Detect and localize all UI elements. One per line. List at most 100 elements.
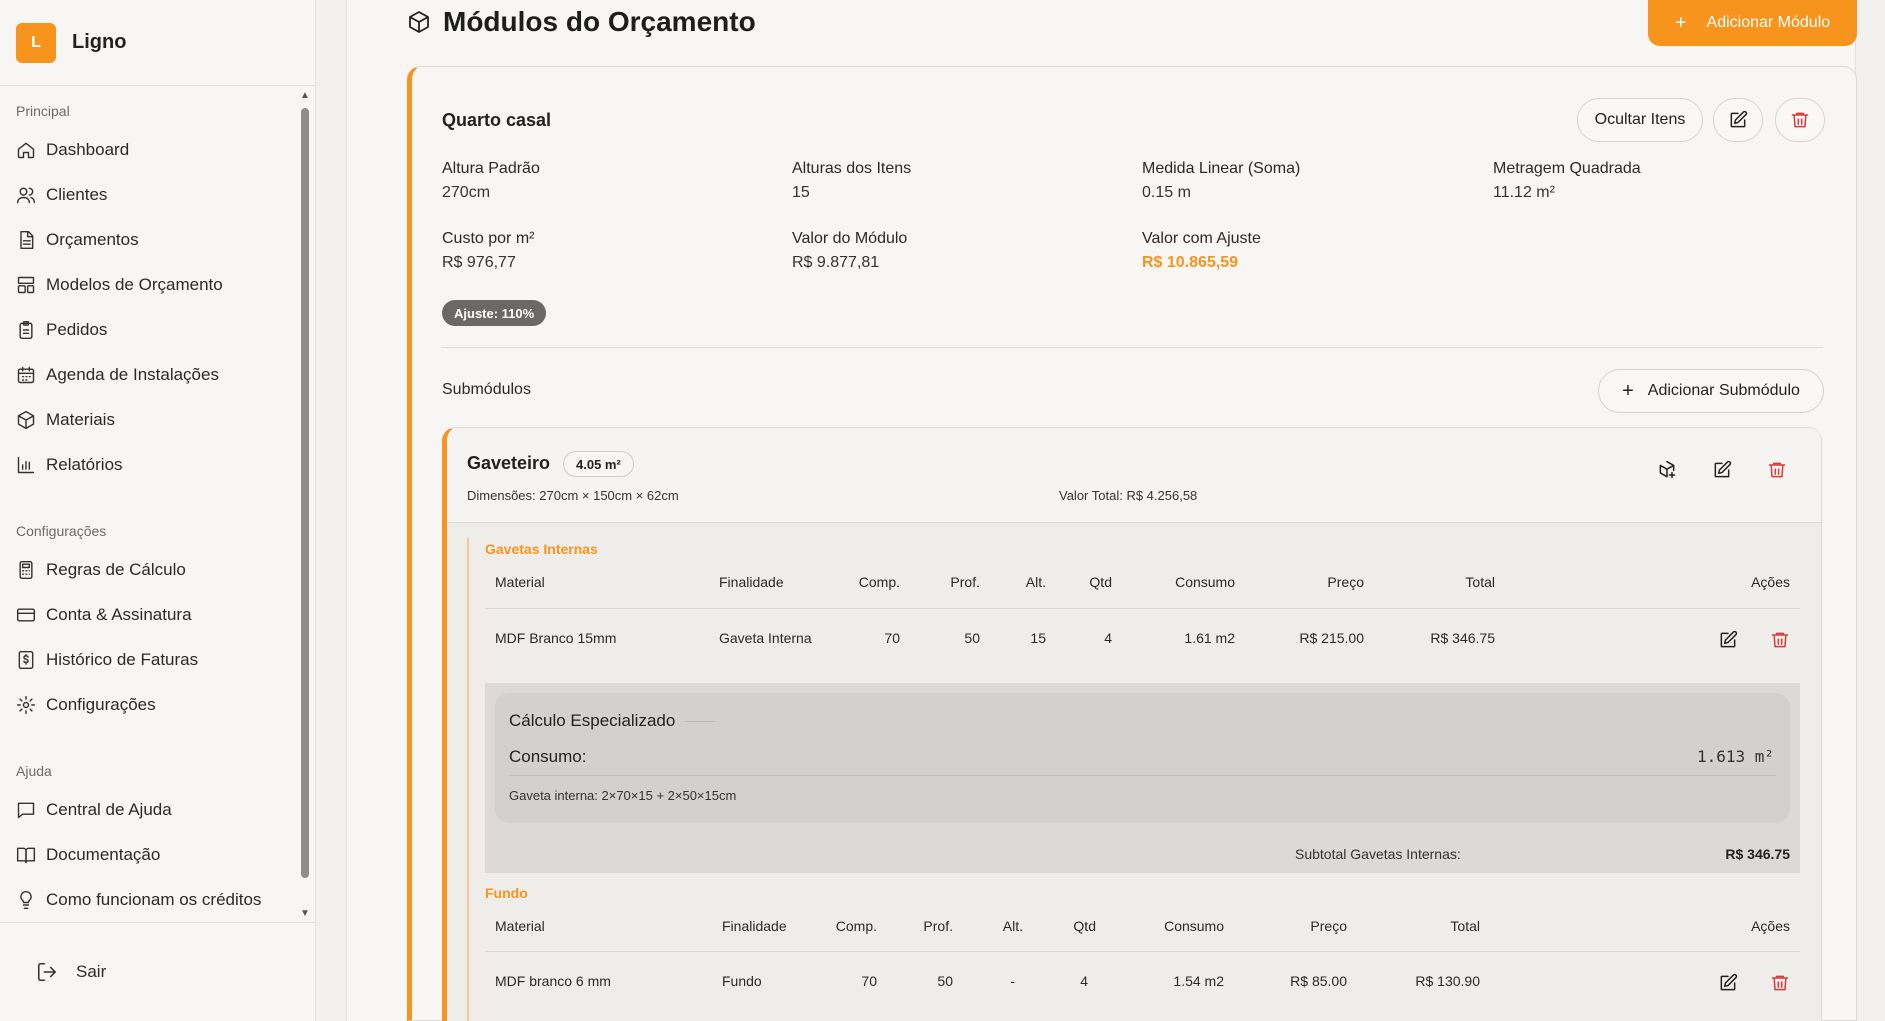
cell-preco: R$ 85.00 — [1290, 973, 1347, 989]
cell-finalidade: Fundo — [722, 973, 762, 989]
edit-module-button[interactable] — [1713, 98, 1763, 142]
sidebar-item-creditos[interactable]: Como funcionam os créditos — [0, 877, 296, 922]
submodule-card: Gaveteiro 4.05 m² Dimensões: 270cm × 150… — [442, 427, 1822, 1021]
col-consumo: Consumo — [1175, 574, 1235, 590]
sidebar-scrollbar[interactable]: ▲ ▼ — [298, 90, 312, 920]
sidebar-item-label: Documentação — [46, 844, 161, 864]
sidebar-item-label: Relatórios — [46, 454, 123, 474]
delete-submodule-button[interactable] — [1765, 458, 1789, 482]
hide-items-button[interactable]: Ocultar Itens — [1577, 98, 1703, 142]
stat-label: Alturas dos Itens — [792, 160, 912, 177]
sidebar-item-materiais[interactable]: Materiais — [0, 397, 296, 442]
subtotal-label: Subtotal Gavetas Internas: — [1295, 846, 1461, 862]
calc-label: Consumo: — [509, 747, 587, 766]
edit-row-button[interactable] — [1716, 971, 1740, 995]
stat-value: 15 — [792, 184, 810, 201]
sidebar-item-historico[interactable]: Histórico de Faturas — [0, 637, 296, 682]
cell-consumo: 1.61 m2 — [1184, 630, 1235, 646]
sidebar-item-orcamentos[interactable]: Orçamentos — [0, 217, 296, 262]
stat-label: Altura Padrão — [442, 160, 540, 177]
delete-row-button[interactable] — [1768, 628, 1792, 652]
cell-comp: 70 — [884, 630, 900, 646]
col-consumo: Consumo — [1164, 918, 1224, 934]
sidebar-item-conta[interactable]: Conta & Assinatura — [0, 592, 296, 637]
clipboard-icon — [19, 320, 33, 339]
package-plus-icon — [1659, 460, 1676, 479]
submodules-heading: Submódulos — [442, 381, 531, 398]
package-icon — [17, 410, 35, 429]
sidebar-item-modelos[interactable]: Modelos de Orçamento — [0, 262, 296, 307]
calc-divider — [509, 775, 1776, 776]
receipt-dollar-icon — [18, 650, 34, 669]
trash-icon — [1771, 975, 1789, 991]
col-total: Total — [1465, 574, 1495, 590]
lightbulb-icon — [20, 890, 32, 909]
module-card: Quarto casal Ocultar Itens Altura Padrão… — [407, 66, 1857, 1021]
nav-section-ajuda: Ajuda — [16, 763, 52, 779]
divider — [442, 347, 1822, 348]
cell-qtd: 4 — [1104, 630, 1112, 646]
edit-row-button[interactable] — [1716, 628, 1740, 652]
sidebar-item-configuracoes[interactable]: Configurações — [0, 682, 296, 727]
table-row: MDF Branco 15mm Gaveta Interna 70 50 15 … — [485, 630, 1800, 654]
stat-label: Custo por m² — [442, 230, 535, 247]
sidebar-item-clientes[interactable]: Clientes — [0, 172, 296, 217]
sidebar-item-central-ajuda[interactable]: Central de Ajuda — [0, 787, 296, 832]
col-acoes: Ações — [1751, 574, 1790, 590]
stat-metragem: Metragem Quadrada 11.12 m² — [1493, 160, 1641, 202]
group-title: Gavetas Internas — [485, 541, 598, 557]
sidebar-item-documentacao[interactable]: Documentação — [0, 832, 296, 877]
users-icon — [16, 187, 36, 203]
sidebar-item-agenda[interactable]: Agenda de Instalações — [0, 352, 296, 397]
edit-submodule-button[interactable] — [1710, 458, 1734, 482]
add-item-button[interactable] — [1655, 458, 1679, 482]
cell-alt: 15 — [1030, 630, 1046, 646]
cell-total: R$ 346.75 — [1430, 630, 1495, 646]
page-header: Módulos do Orçamento — [407, 6, 756, 38]
stat-value: R$ 976,77 — [442, 254, 516, 271]
col-finalidade: Finalidade — [719, 574, 784, 590]
stat-altura-padrao: Altura Padrão 270cm — [442, 160, 540, 202]
book-open-icon — [16, 847, 36, 863]
hide-items-label: Ocultar Itens — [1594, 111, 1686, 128]
sidebar-item-pedidos[interactable]: Pedidos — [0, 307, 296, 352]
nav-section-principal: Principal — [16, 103, 70, 119]
cell-qtd: 4 — [1080, 973, 1088, 989]
modules-panel: Módulos do Orçamento + Adicionar Módulo … — [346, 0, 1857, 1021]
sidebar-item-label: Conta & Assinatura — [46, 604, 192, 624]
add-module-button[interactable]: + Adicionar Módulo — [1648, 0, 1857, 46]
delete-row-button[interactable] — [1768, 971, 1792, 995]
sidebar-item-label: Pedidos — [46, 319, 108, 339]
col-prof: Prof. — [923, 918, 953, 934]
nav-section-configuracoes: Configurações — [16, 523, 107, 539]
cell-prof: 50 — [937, 973, 953, 989]
table-header: Material Finalidade Comp. Prof. Alt. Qtd… — [485, 574, 1800, 594]
stat-label: Metragem Quadrada — [1493, 160, 1641, 177]
brand[interactable]: L Ligno — [0, 0, 315, 86]
document-icon — [20, 230, 34, 249]
logout-icon — [37, 962, 57, 982]
col-comp: Comp. — [858, 574, 900, 590]
sidebar-item-relatorios[interactable]: Relatórios — [0, 442, 296, 487]
delete-module-button[interactable] — [1775, 98, 1825, 142]
sidebar-item-label: Orçamentos — [46, 229, 139, 249]
add-submodule-button[interactable]: + Adicionar Submódulo — [1598, 369, 1824, 413]
logout-button[interactable]: Sair — [0, 922, 316, 1021]
stat-valor-ajuste: Valor com Ajuste R$ 10.865,59 — [1142, 230, 1261, 272]
scrollbar-thumb[interactable] — [301, 108, 309, 878]
scroll-down-arrow-icon[interactable]: ▼ — [298, 908, 312, 920]
sidebar-item-label: Agenda de Instalações — [46, 364, 219, 384]
table-row: MDF branco 6 mm Fundo 70 50 - 4 1.54 m2 … — [485, 973, 1800, 997]
submodule-title: Gaveteiro — [467, 453, 551, 473]
submodule-total: Valor Total: R$ 4.256,58 — [1059, 488, 1198, 503]
gear-icon — [16, 695, 36, 714]
module-title: Quarto casal — [442, 110, 552, 130]
scroll-up-arrow-icon[interactable]: ▲ — [298, 90, 312, 102]
col-preco: Preço — [1310, 918, 1347, 934]
sidebar-item-label: Modelos de Orçamento — [46, 274, 223, 294]
sidebar-item-label: Materiais — [46, 409, 115, 429]
sidebar-item-regras[interactable]: Regras de Cálculo — [0, 547, 296, 592]
sidebar-item-dashboard[interactable]: Dashboard — [0, 127, 296, 172]
main-content: Módulos do Orçamento + Adicionar Módulo … — [316, 0, 1885, 1021]
subtotal-value: R$ 346.75 — [1725, 846, 1790, 862]
